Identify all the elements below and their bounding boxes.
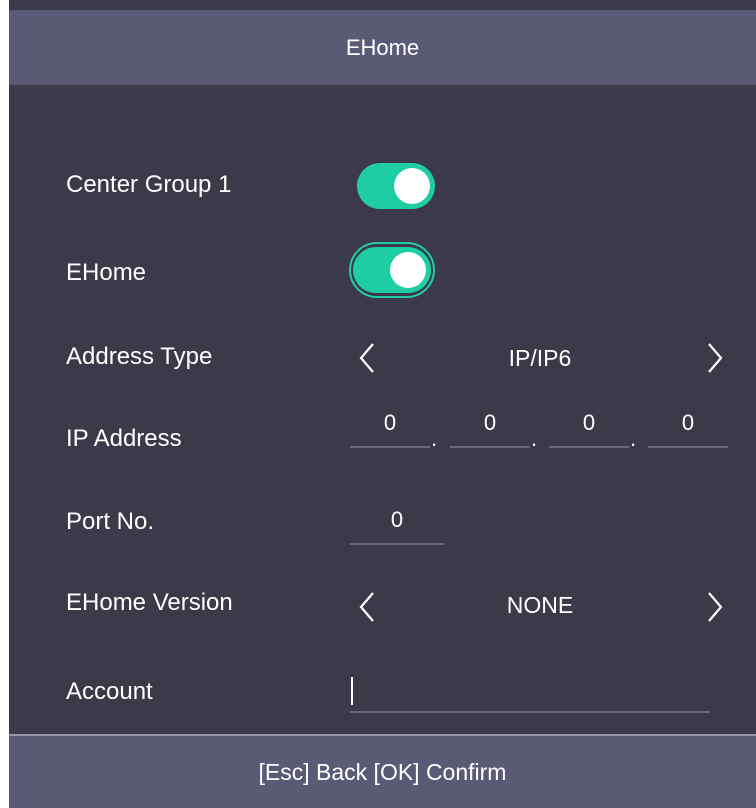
chevron-left-icon	[359, 592, 374, 622]
address-type-label: Address Type	[66, 343, 213, 370]
footer-hint-bar: [Esc] Back [OK] Confirm	[9, 736, 756, 808]
address-type-next-button[interactable]	[695, 338, 735, 378]
center-group-toggle[interactable]	[357, 163, 435, 209]
address-type-value: IP/IP6	[508, 345, 572, 371]
ip-separator: .	[630, 426, 637, 451]
center-group-label: Center Group 1	[66, 171, 232, 198]
ip-segment-4[interactable]: 0	[648, 408, 728, 448]
chevron-left-icon	[359, 343, 374, 373]
ehome-version-next-button[interactable]	[695, 587, 735, 627]
ip-segment-2[interactable]: 0	[450, 408, 530, 448]
ehome-version-prev-button[interactable]	[347, 587, 387, 627]
ip-segment-1[interactable]: 0	[350, 408, 430, 448]
chevron-right-icon	[708, 343, 723, 373]
ip-separator: .	[431, 426, 438, 451]
account-label: Account	[66, 678, 153, 705]
footer-hint: [Esc] Back [OK] Confirm	[258, 758, 507, 785]
ehome-toggle[interactable]	[353, 247, 431, 293]
ip-segment-3[interactable]: 0	[549, 408, 629, 448]
ehome-version-label: EHome Version	[66, 589, 233, 616]
account-input[interactable]	[350, 673, 710, 713]
address-type-prev-button[interactable]	[347, 338, 387, 378]
ehome-version-value: NONE	[506, 592, 574, 618]
ehome-settings-screen: EHome Center Group 1 EHome Address Type …	[9, 0, 756, 808]
toggle-knob	[394, 168, 430, 204]
ip-separator: .	[531, 426, 538, 451]
ehome-label: EHome	[66, 259, 147, 286]
page-title: EHome	[345, 34, 420, 60]
toggle-knob	[390, 252, 426, 288]
title-bar: EHome	[9, 10, 756, 85]
ip-address-label: IP Address	[66, 425, 182, 452]
text-caret	[351, 677, 353, 705]
chevron-right-icon	[708, 592, 723, 622]
port-label: Port No.	[66, 508, 155, 535]
port-input[interactable]: 0	[350, 505, 444, 545]
